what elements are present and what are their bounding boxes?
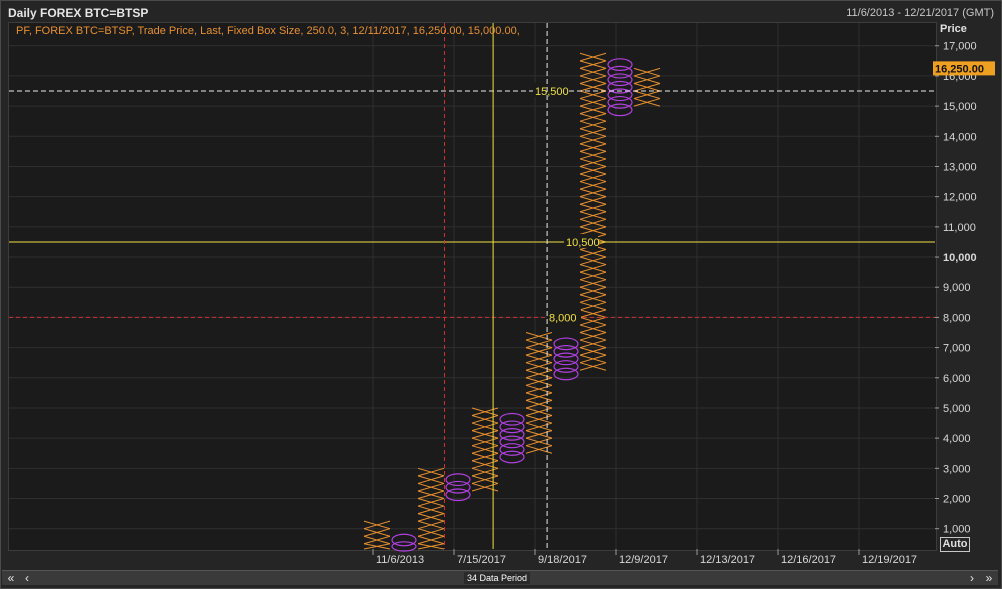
study-label: PF, FOREX BTC=BTSP, Trade Price, Last, F… [16,25,520,37]
date-range: 11/6/2013 - 12/21/2017 (GMT) [846,7,994,19]
auto-scale-button[interactable]: Auto [940,537,970,552]
scroll-last-icon[interactable]: » [982,571,996,585]
navigation-bar[interactable]: « ‹ 34 Data Period › » [2,570,998,585]
scroll-first-icon[interactable]: « [4,571,18,585]
chart-title: Daily FOREX BTC=BTSP [8,6,149,20]
scroll-right-icon[interactable]: › [965,571,979,585]
y-axis-title: Price [940,23,967,35]
scroll-left-icon[interactable]: ‹ [20,571,34,585]
plot-area[interactable] [8,22,937,551]
period-label: 34 Data Period [464,572,531,584]
